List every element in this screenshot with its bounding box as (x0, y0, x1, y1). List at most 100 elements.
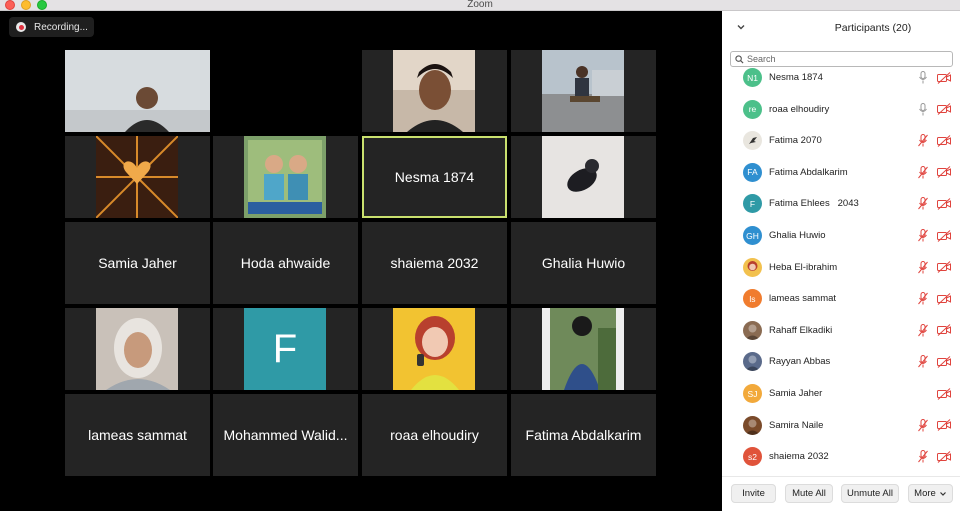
avatar-initials: FA (747, 167, 758, 178)
microphone-icon[interactable] (918, 71, 928, 84)
window-title: Zoom (467, 0, 493, 10)
video-tile[interactable]: Hoda ahwaide (213, 222, 358, 304)
tile-participant-name: lameas sammat (88, 427, 187, 443)
video-off-icon[interactable] (937, 103, 951, 115)
video-tile[interactable] (65, 308, 210, 390)
video-off-icon[interactable] (937, 134, 951, 147)
tile-participant-name: Fatima Abdalkarim (525, 427, 642, 443)
microphone-muted-icon[interactable] (918, 165, 928, 179)
video-tile[interactable] (511, 308, 656, 390)
video-tile[interactable]: roaa elhoudiry (362, 394, 507, 476)
bird-icon (743, 131, 762, 151)
participant-row[interactable]: s2 shaiema 2032 (722, 441, 960, 468)
search-box[interactable] (730, 51, 953, 67)
video-off-icon[interactable] (937, 229, 951, 242)
tile-participant-name: Hoda ahwaide (240, 255, 331, 271)
more-button-label: More (914, 488, 936, 499)
video-tile[interactable] (362, 50, 507, 132)
participant-row[interactable]: Rahaff Elkadiki (722, 315, 960, 346)
video-tile[interactable] (65, 50, 210, 132)
participants-title: Participants (20) (834, 22, 912, 34)
video-tile[interactable] (213, 136, 358, 218)
search-input[interactable] (747, 54, 947, 64)
video-tile[interactable] (511, 50, 656, 132)
participant-name: shaiema 2032 (769, 451, 829, 463)
participant-name: Nesma 1874 (769, 72, 823, 83)
recording-indicator[interactable]: Recording... (9, 17, 94, 37)
cartoon-girl-video (393, 308, 475, 390)
cartoon-avatar-icon (743, 257, 762, 277)
microphone-muted-icon[interactable] (918, 418, 928, 432)
window-title-bar: Zoom (0, 0, 960, 11)
participant-row[interactable]: re roaa elhoudiry (722, 94, 960, 125)
recording-dot-icon (16, 22, 26, 32)
invite-button[interactable]: Invite (731, 484, 776, 503)
microphone-icon[interactable] (918, 102, 928, 116)
man-office-video (65, 50, 210, 132)
video-tile[interactable]: Fatima Abdalkarim (511, 394, 656, 476)
participant-row[interactable]: N1 Nesma 1874 (722, 68, 960, 93)
participant-avatar: s2 (743, 447, 762, 467)
microphone-muted-icon[interactable] (918, 134, 928, 147)
video-off-icon[interactable] (937, 356, 951, 368)
video-off-icon[interactable] (937, 419, 951, 431)
microphone-muted-icon[interactable] (918, 292, 928, 305)
participant-row[interactable]: Fatima 2070 (722, 125, 960, 156)
microphone-muted-icon[interactable] (918, 260, 928, 274)
microphone-muted-icon[interactable] (918, 323, 928, 337)
microphone-muted-icon[interactable] (918, 197, 928, 210)
video-tile[interactable] (511, 136, 656, 218)
participant-row[interactable]: Samira Naile (722, 410, 960, 441)
video-off-icon[interactable] (937, 324, 951, 337)
participant-row[interactable]: SJ Samia Jaher (722, 378, 960, 409)
participants-footer: Invite Mute All Unmute All More (722, 476, 960, 511)
tile-participant-name: Mohammed Walid... (223, 427, 348, 443)
video-tile[interactable]: Mohammed Walid... (213, 394, 358, 476)
unmute-all-button[interactable]: Unmute All (841, 484, 899, 503)
participants-header: Participants (20) (722, 11, 960, 47)
man-street-video (542, 50, 624, 132)
video-tile[interactable]: Samia Jaher (65, 222, 210, 304)
video-tile[interactable] (213, 50, 358, 132)
video-tile[interactable]: shaiema 2032 (362, 222, 507, 304)
participant-row[interactable]: F Fatima Ehlees 2043 (722, 188, 960, 219)
participant-row[interactable]: GH Ghalia Huwio (722, 220, 960, 251)
chevron-down-icon (939, 491, 946, 496)
participant-name: Fatima Ehlees 2043 (769, 198, 859, 210)
participant-avatar: N1 (743, 68, 762, 87)
participant-name: Samira Naile (769, 419, 824, 431)
video-off-icon[interactable] (937, 71, 951, 84)
search-icon (735, 54, 744, 64)
person-plants-video (542, 308, 624, 390)
microphone-muted-icon[interactable] (918, 229, 928, 242)
video-tile[interactable]: F (213, 308, 358, 390)
participant-name: Fatima 2070 (769, 135, 822, 147)
participant-row[interactable]: Heba El-ibrahim (722, 252, 960, 283)
video-off-icon[interactable] (937, 450, 951, 463)
participant-row[interactable]: ls lameas sammat (722, 283, 960, 314)
participant-name: Fatima Abdalkarim (769, 166, 848, 178)
video-off-icon[interactable] (937, 198, 951, 210)
tile-participant-name: Nesma 1874 (394, 169, 475, 185)
video-tile[interactable]: lameas sammat (65, 394, 210, 476)
participant-name: Rahaff Elkadiki (769, 324, 833, 336)
microphone-muted-icon[interactable] (918, 355, 928, 368)
tile-participant-name: roaa elhoudiry (390, 427, 479, 443)
mute-all-button[interactable]: Mute All (785, 484, 833, 503)
video-gallery: Recording... Nesma 1874 Samia Jaher Hoda a… (0, 11, 722, 511)
video-tile[interactable]: Ghalia Huwio (511, 222, 656, 304)
participant-row[interactable]: FA Fatima Abdalkarim (722, 157, 960, 188)
video-off-icon[interactable] (937, 261, 951, 273)
participant-name: Ghalia Huwio (769, 230, 826, 241)
video-tile[interactable]: Nesma 1874 (362, 136, 507, 218)
video-off-icon[interactable] (937, 166, 951, 179)
microphone-muted-icon[interactable] (918, 450, 928, 463)
participant-row[interactable]: Rayyan Abbas (722, 346, 960, 377)
avatar-initials: GH (746, 230, 759, 241)
video-off-icon[interactable] (937, 292, 951, 305)
video-off-icon[interactable] (937, 387, 951, 400)
participant-list[interactable]: N1 Nesma 1874 re roaa elhoudiry Fatima 2070 F… (722, 68, 960, 468)
more-button[interactable]: More (908, 484, 953, 503)
video-tile[interactable] (65, 136, 210, 218)
video-tile[interactable] (362, 308, 507, 390)
